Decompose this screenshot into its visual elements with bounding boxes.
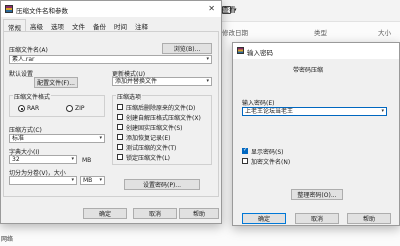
- password-ok-button[interactable]: 确定: [242, 213, 286, 224]
- show-password-checkbox[interactable]: [242, 147, 248, 154]
- sfx-checkbox[interactable]: [117, 114, 123, 120]
- view-label: 查看: [222, 6, 236, 14]
- column-size[interactable]: 大小: [378, 27, 391, 37]
- password-dialog-title: 输入密码: [247, 49, 273, 57]
- help-button[interactable]: 帮助: [179, 208, 219, 219]
- method-label: 压缩方式(C): [9, 127, 42, 134]
- password-titlebar[interactable]: 输入密码: [233, 43, 399, 59]
- chevron-down-icon: ▾: [206, 78, 209, 84]
- compress-tabs: 常规 高级 选项 文件 备份 时间 注释: [3, 19, 152, 32]
- profile-button[interactable]: 配置文件(F)...: [34, 77, 78, 88]
- column-type[interactable]: 类型: [314, 27, 327, 37]
- dictionary-unit: MB: [82, 157, 92, 164]
- solid-label: 创建固实压缩文件(S): [126, 125, 183, 132]
- winrar-app-icon: [237, 47, 244, 54]
- compress-titlebar[interactable]: 压缩文件名和参数 ✕: [1, 1, 221, 17]
- chevron-down-icon: ▾: [381, 108, 384, 114]
- recovery-record-checkbox[interactable]: [117, 134, 123, 140]
- close-icon[interactable]: ✕: [208, 4, 215, 13]
- network-label: 网络: [1, 236, 14, 243]
- chevron-down-icon: ▾: [71, 156, 74, 162]
- format-rar-radio[interactable]: [18, 105, 25, 112]
- chevron-down-icon: ▾: [99, 177, 102, 183]
- organize-passwords-button[interactable]: 整理密码(O)...: [291, 189, 343, 200]
- split-unit-select[interactable]: MB ▾: [80, 176, 105, 185]
- browse-button[interactable]: 浏览(B)...: [162, 43, 212, 54]
- delete-after-checkbox[interactable]: [117, 104, 123, 110]
- password-dialog: 输入密码 带密码压缩 输入密码(E) 上老王论坛当老王 ▾ 显示密码(S) 加密…: [232, 42, 400, 226]
- tab-advanced[interactable]: 高级: [26, 19, 47, 31]
- split-volume-select[interactable]: ▾: [9, 176, 77, 185]
- password-input-label: 输入密码(E): [242, 100, 275, 107]
- nav-pane-item-network[interactable]: 网络: [0, 224, 20, 246]
- method-value: 标准: [12, 135, 25, 142]
- compression-options-group: 压缩选项 压缩后删除原来的文件(D) 创建自解压格式压缩文件(X) 创建固实压缩…: [112, 92, 212, 165]
- password-subtitle: 带密码压缩: [293, 67, 324, 74]
- lock-archive-checkbox[interactable]: [117, 154, 123, 160]
- chevron-down-icon: ▾: [206, 56, 209, 62]
- show-password-label: 显示密码(S): [251, 149, 284, 156]
- compression-options-title: 压缩选项: [116, 92, 143, 101]
- delete-after-label: 压缩后删除原来的文件(D): [126, 105, 196, 112]
- chevron-down-icon: ▾: [71, 177, 74, 183]
- tab-files[interactable]: 文件: [68, 19, 89, 31]
- recovery-record-label: 添加恢复记录(E): [126, 135, 171, 142]
- lock-archive-label: 锁定压缩文件(L): [126, 155, 171, 162]
- set-password-button[interactable]: 设置密码(P)...: [124, 179, 200, 190]
- format-zip-radio[interactable]: [66, 105, 73, 112]
- tab-general[interactable]: 常规: [3, 19, 26, 32]
- solid-checkbox[interactable]: [117, 124, 123, 130]
- method-select[interactable]: 标准 ▾: [9, 134, 105, 143]
- password-dropdown[interactable]: ▾: [242, 107, 387, 116]
- compress-dialog-title: 压缩文件名和参数: [16, 7, 68, 15]
- sfx-label: 创建自解压格式压缩文件(X): [126, 115, 201, 122]
- compress-general-panel: 压缩文件名(A) 浏览(B)... 素人.rar ▾ 默认设置 配置文件(F).…: [3, 31, 219, 197]
- column-modified-date[interactable]: 修改日期: [222, 27, 248, 37]
- ok-button[interactable]: 确定: [83, 208, 127, 219]
- view-menu-button[interactable]: 查看 ▾: [222, 6, 237, 14]
- split-unit-value: MB: [83, 177, 93, 184]
- explorer-column-header: 修改日期 类型 大小: [216, 24, 400, 38]
- archive-format-title: 压缩文件格式: [13, 92, 52, 101]
- update-mode-value: 添加并替换文件: [115, 78, 158, 85]
- chevron-down-icon: ▾: [99, 135, 102, 141]
- profile-label: 默认设置: [9, 71, 34, 78]
- explorer-toolbar: 查看 ▾: [216, 0, 400, 22]
- update-mode-select[interactable]: 添加并替换文件 ▾: [112, 77, 212, 86]
- dictionary-size-select[interactable]: 32 ▾: [9, 155, 77, 164]
- format-rar-label: RAR: [27, 105, 40, 112]
- archive-format-group: 压缩文件格式 RAR ZIP: [9, 92, 105, 117]
- format-zip-label: ZIP: [75, 105, 85, 112]
- encrypt-filenames-label: 加密文件名(N): [251, 159, 291, 166]
- archive-name-dropdown[interactable]: ▾: [9, 55, 212, 64]
- password-cancel-button[interactable]: 取消: [295, 213, 339, 224]
- tab-backup[interactable]: 备份: [89, 19, 110, 31]
- cancel-button[interactable]: 取消: [133, 208, 177, 219]
- encrypt-filenames-checkbox[interactable]: [242, 158, 248, 164]
- compress-dialog: 压缩文件名和参数 ✕ 常规 高级 选项 文件 备份 时间 注释 压缩文件名(A)…: [0, 0, 222, 224]
- dictionary-size-value: 32: [12, 156, 20, 163]
- archive-name-label: 压缩文件名(A): [9, 47, 48, 54]
- test-files-checkbox[interactable]: [117, 144, 123, 150]
- winrar-app-icon: [5, 5, 13, 13]
- password-help-button[interactable]: 帮助: [347, 213, 391, 224]
- tab-options[interactable]: 选项: [47, 19, 68, 31]
- tab-comment[interactable]: 注释: [131, 19, 152, 31]
- test-files-label: 测试压缩的文件(T): [126, 145, 177, 152]
- tab-time[interactable]: 时间: [110, 19, 131, 31]
